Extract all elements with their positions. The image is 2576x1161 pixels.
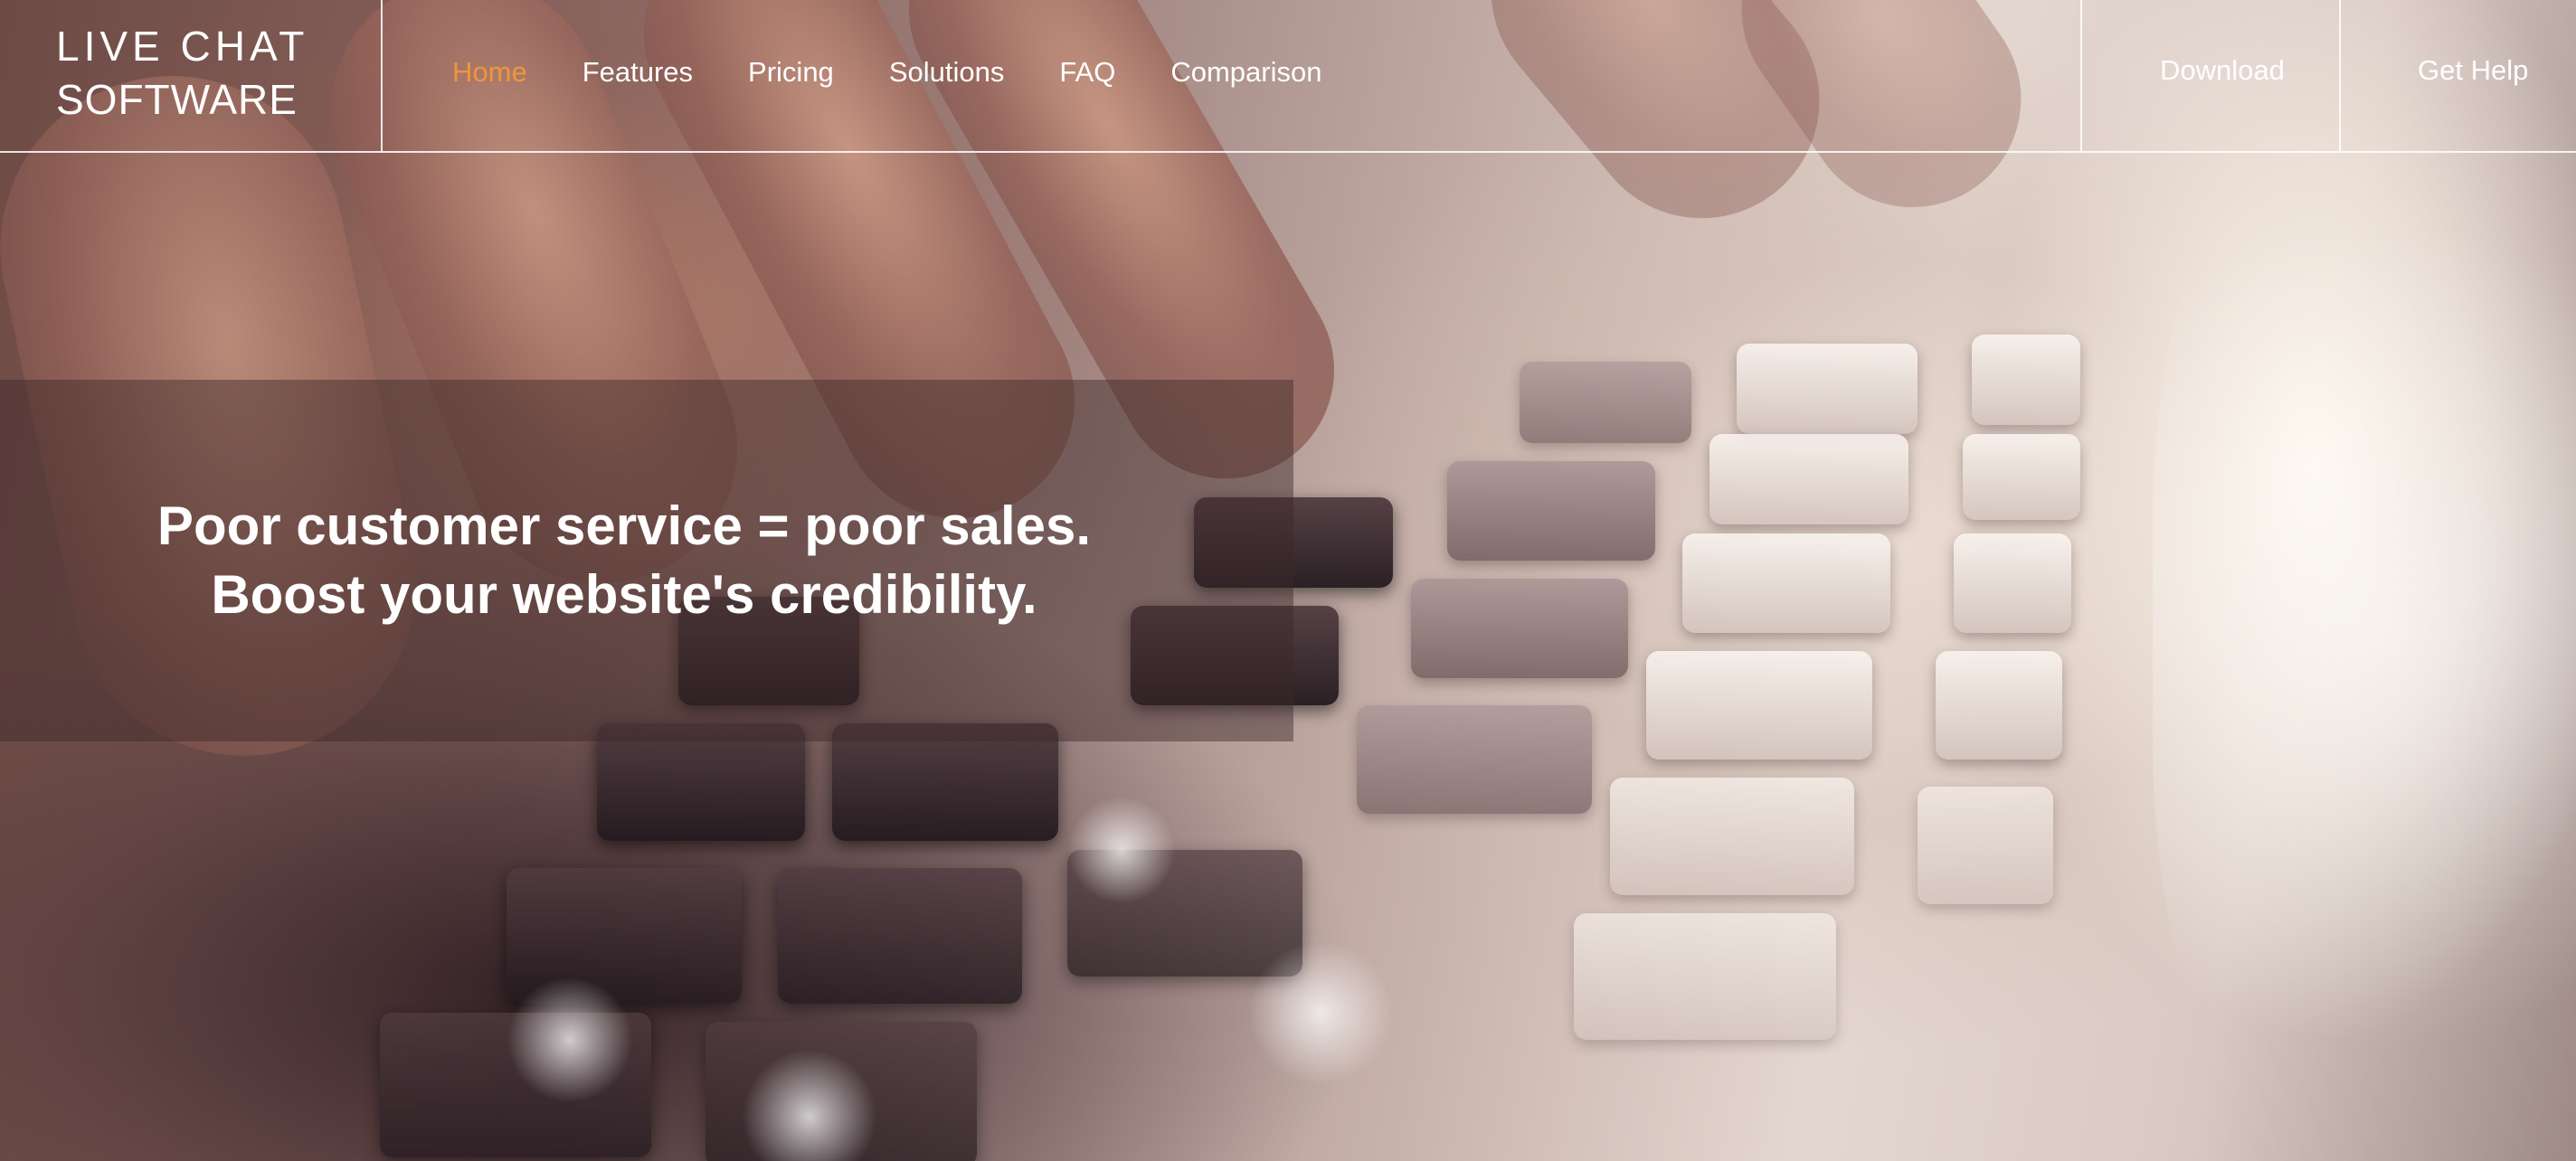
- nav-item-faq[interactable]: FAQ: [1059, 56, 1115, 89]
- nav-item-comparison[interactable]: Comparison: [1170, 56, 1321, 89]
- download-link[interactable]: Download: [2160, 54, 2285, 87]
- header-divider: [381, 0, 383, 153]
- nav-item-solutions[interactable]: Solutions: [889, 56, 1005, 89]
- keyboard-key: [1411, 579, 1628, 678]
- keyboard-key: [1610, 778, 1854, 895]
- keyboard-key: [1972, 335, 2080, 425]
- keyboard-key: [1709, 434, 1908, 524]
- hero-text-panel: Poor customer service = poor sales. Boos…: [0, 380, 1293, 741]
- bokeh-light: [1067, 796, 1176, 904]
- get-help-link[interactable]: Get Help: [2418, 54, 2528, 87]
- keyboard-key: [1520, 362, 1691, 443]
- keyboard-key: [778, 868, 1022, 1004]
- keyboard-key: [1954, 533, 2071, 633]
- logo-line-1: LIVE CHAT: [56, 23, 309, 70]
- keyboard-key: [1737, 344, 1918, 434]
- nav-item-features[interactable]: Features: [582, 56, 693, 89]
- header-divider: [2080, 0, 2082, 153]
- main-nav: Home Features Pricing Solutions FAQ Comp…: [452, 56, 1377, 89]
- nav-item-pricing[interactable]: Pricing: [748, 56, 834, 89]
- keyboard-key: [1646, 651, 1872, 760]
- hero-headline-line-2: Boost your website's credibility.: [211, 564, 1037, 625]
- header-divider: [2339, 0, 2341, 153]
- bokeh-light: [1248, 940, 1393, 1085]
- keyboard-key: [1447, 461, 1655, 561]
- keyboard-key: [1936, 651, 2062, 760]
- keyboard-key: [1357, 705, 1592, 814]
- hero-headline: Poor customer service = poor sales. Boos…: [157, 492, 1091, 629]
- keyboard-key: [1574, 913, 1836, 1040]
- keyboard-key: [1963, 434, 2080, 520]
- bokeh-light: [507, 977, 633, 1103]
- hero-headline-line-1: Poor customer service = poor sales.: [156, 496, 1092, 556]
- site-logo[interactable]: LIVE CHAT SOFTWARE: [56, 22, 308, 125]
- bokeh-light: [2153, 90, 2576, 1161]
- keyboard-key: [1918, 787, 2053, 904]
- logo-line-2: SOFTWARE: [56, 76, 298, 124]
- nav-item-home[interactable]: Home: [452, 56, 527, 89]
- site-header: LIVE CHAT SOFTWARE Home Features Pricing…: [0, 0, 2576, 153]
- keyboard-key: [1682, 533, 1890, 633]
